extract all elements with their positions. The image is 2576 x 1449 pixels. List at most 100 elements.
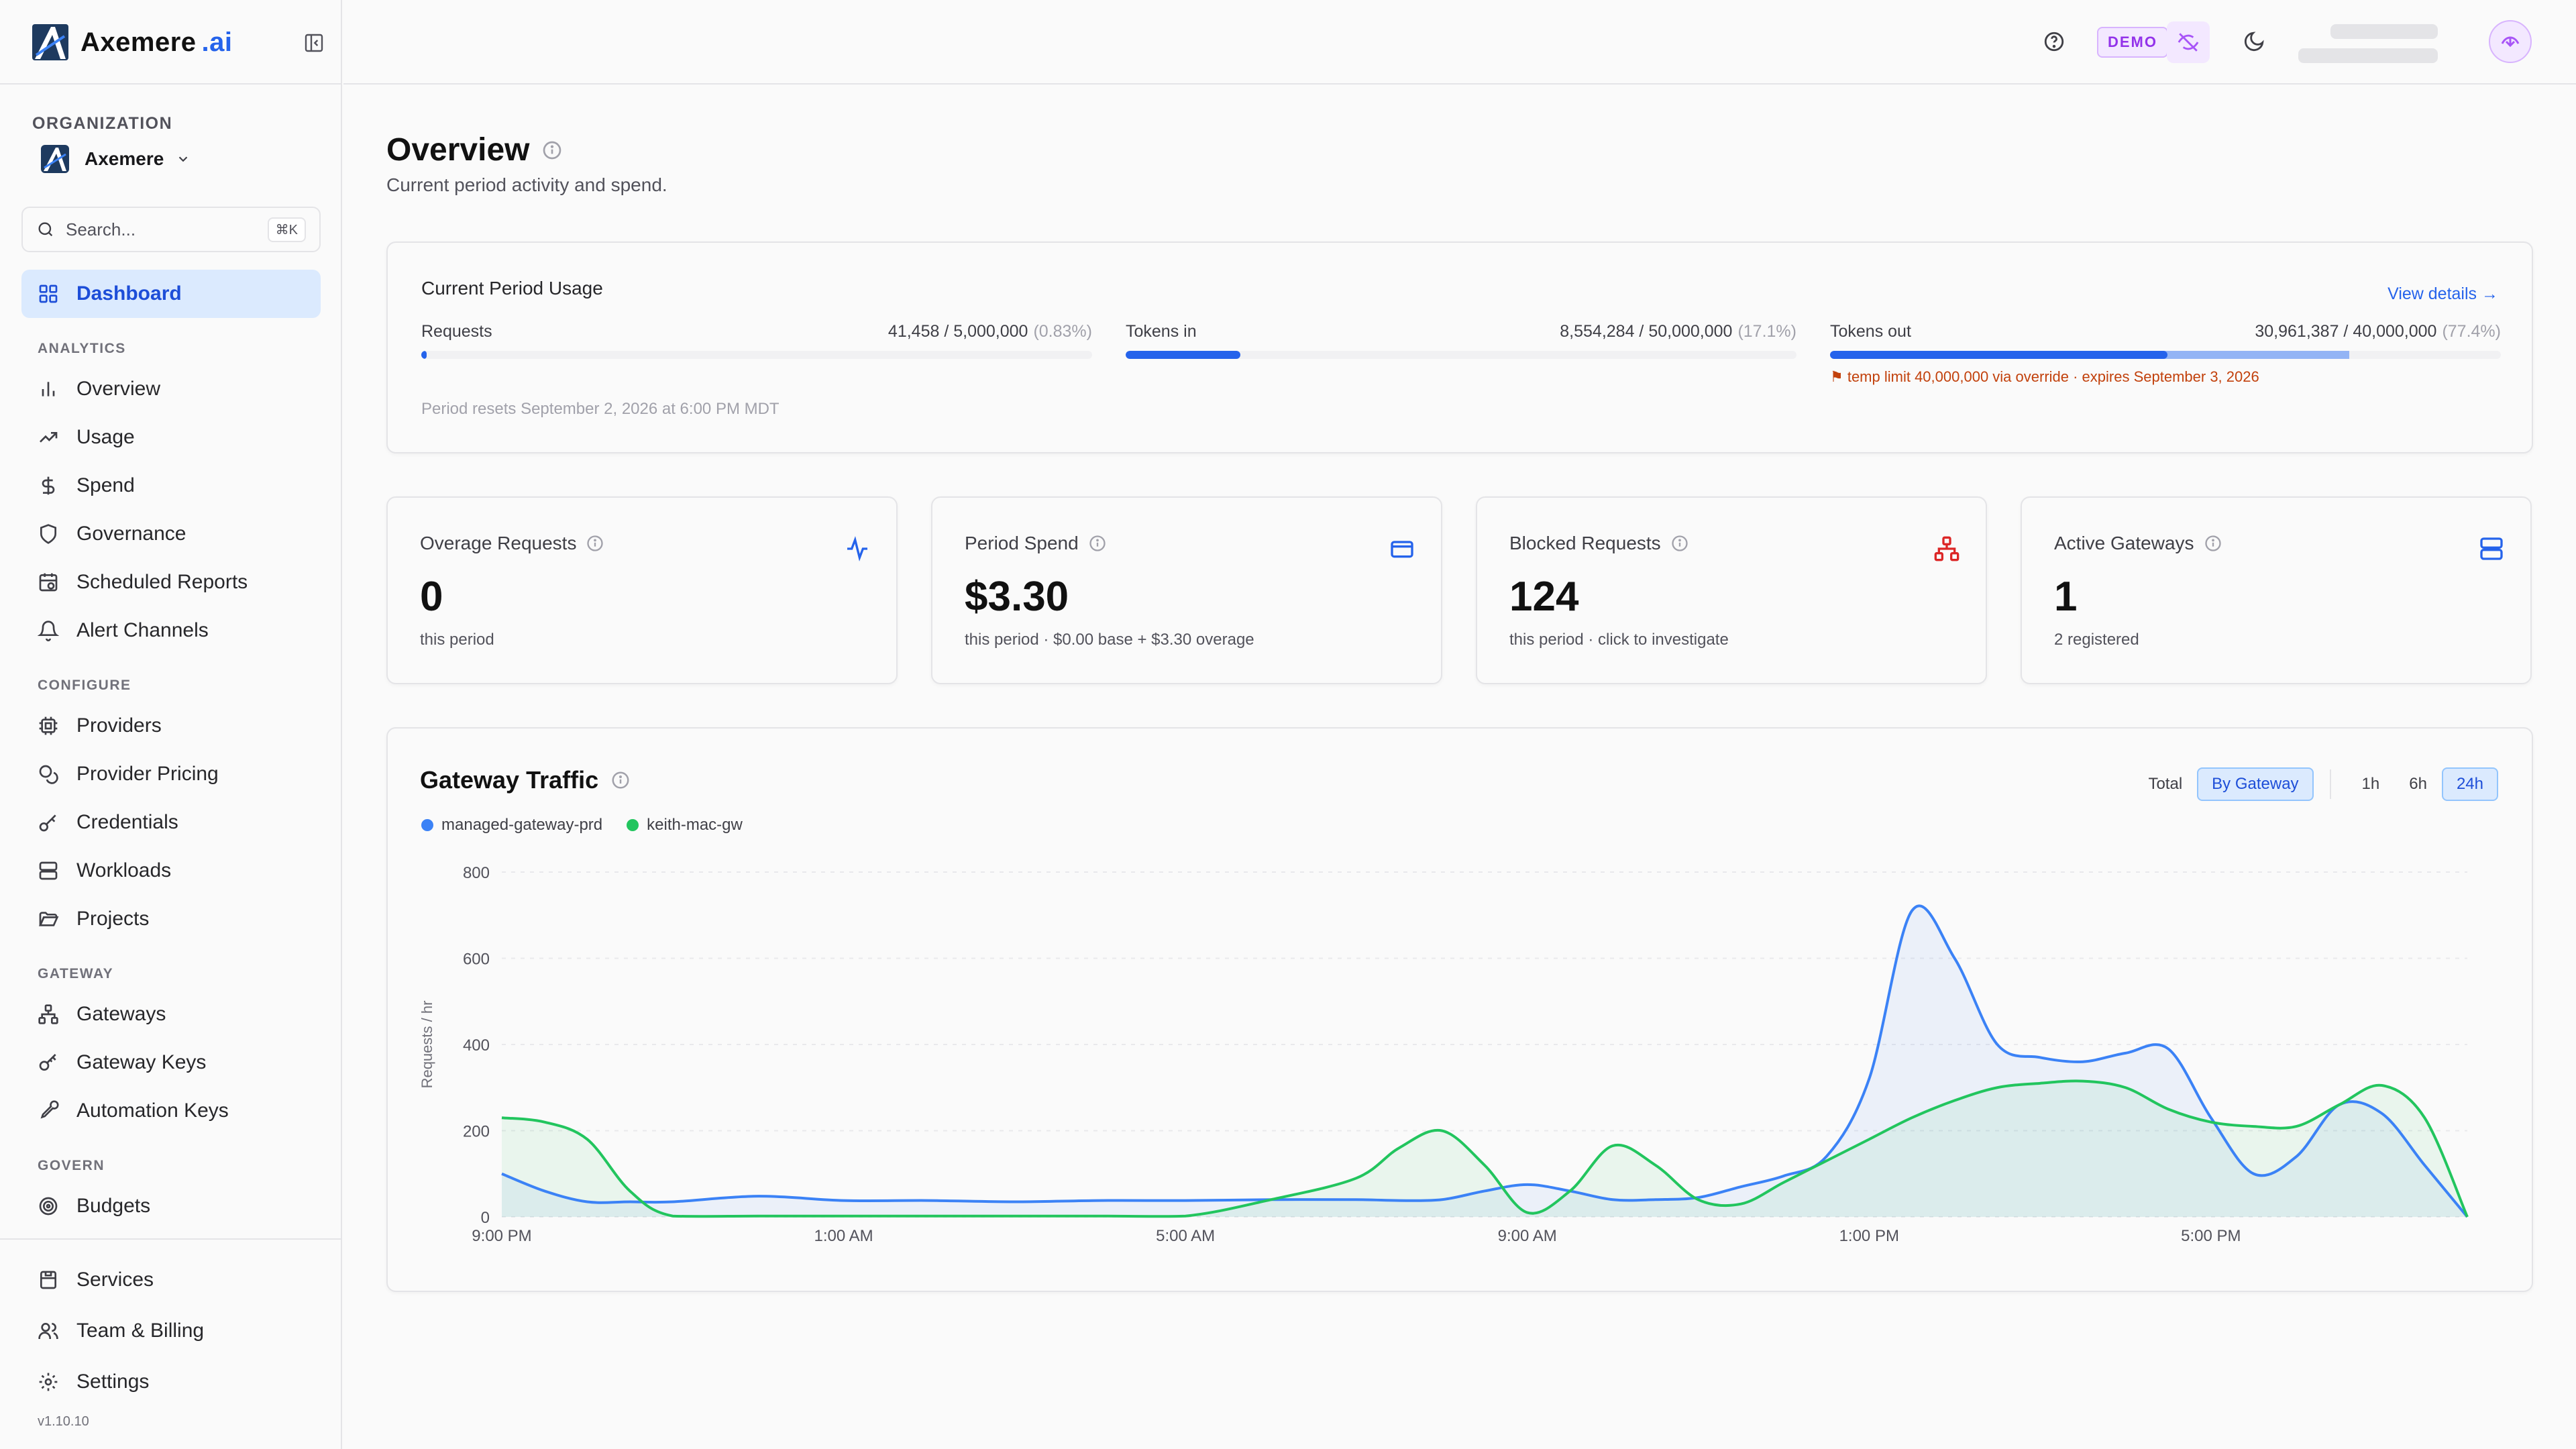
x-tick-label: 1:00 PM xyxy=(1839,1227,1899,1245)
sidebar-item-label: Overview xyxy=(76,378,161,400)
divider xyxy=(0,1238,342,1240)
brand-name: Axemere .ai xyxy=(80,27,233,57)
info-icon[interactable] xyxy=(1088,534,1107,553)
privacy-toggle-button[interactable] xyxy=(2167,21,2210,63)
sidebar-item-spend[interactable]: Spend xyxy=(21,462,321,510)
stat-value: 1 xyxy=(2054,574,2078,620)
sidebar-item-automation-keys[interactable]: Automation Keys xyxy=(21,1087,321,1135)
stat-subtext: this period · click to investigate xyxy=(1509,631,1729,649)
stat-title: Blocked Requests xyxy=(1509,533,1689,554)
tokens-out-label: Tokens out xyxy=(1830,322,1911,341)
search-input[interactable]: Search... ⌘K xyxy=(21,207,321,252)
avatar[interactable] xyxy=(2489,20,2532,63)
sidebar-item-governance[interactable]: Governance xyxy=(21,510,321,558)
requests-progress-track xyxy=(421,351,1092,359)
requests-value: 41,458 / 5,000,000 xyxy=(888,322,1028,341)
bell-icon xyxy=(38,621,59,641)
stat-card-active-gateways[interactable]: Active Gateways 1 2 registered xyxy=(2021,496,2532,684)
gateway-traffic-chart: 0 200 400 600 800 9:00 PM 1:00 AM 5:00 AM 9:00 A… xyxy=(419,864,2469,1245)
sidebar: Axemere .ai ORGANIZATION Axemere Search..… xyxy=(0,0,342,1449)
info-icon[interactable] xyxy=(1670,534,1689,553)
calendar-clock-icon xyxy=(39,573,58,592)
requests-meter: Requests 41,458 / 5,000,000 (0.83%) xyxy=(421,322,1092,359)
stat-card-blocked-requests[interactable]: Blocked Requests 124 this period · click… xyxy=(1476,496,1987,684)
activity-icon xyxy=(847,536,867,561)
y-tick-label: 600 xyxy=(463,951,490,969)
gateway-traffic-card: Gateway Traffic Total By Gateway 1h 6h 2… xyxy=(386,727,2533,1292)
main-content: DEMO Overview Current period activity an… xyxy=(343,0,2576,1449)
key-icon xyxy=(39,814,56,832)
requests-progress-fill xyxy=(421,351,427,359)
sidebar-item-gateway-keys[interactable]: Gateway Keys xyxy=(21,1038,321,1087)
coins-icon xyxy=(39,765,58,784)
current-period-usage-card: Current Period Usage View details → Requ… xyxy=(386,241,2533,453)
sidebar-item-credentials[interactable]: Credentials xyxy=(21,798,321,847)
target-icon xyxy=(39,1197,58,1216)
sidebar-item-workloads[interactable]: Workloads xyxy=(21,847,321,895)
sidebar-item-providers[interactable]: Providers xyxy=(21,702,321,750)
info-icon[interactable] xyxy=(2204,534,2222,553)
x-tick-label: 1:00 AM xyxy=(814,1227,873,1245)
tokens-out-progress-track xyxy=(1830,351,2501,359)
shield-icon xyxy=(40,524,56,544)
tokens-in-progress-track xyxy=(1126,351,1796,359)
dashboard-grid-icon xyxy=(39,284,58,303)
x-tick-label: 5:00 PM xyxy=(2181,1227,2241,1245)
server-icon xyxy=(39,861,58,880)
demo-badge: DEMO xyxy=(2097,27,2168,58)
sidebar-collapse-icon[interactable] xyxy=(302,31,326,55)
user-name-placeholder xyxy=(2330,24,2438,39)
sidebar-item-usage[interactable]: Usage xyxy=(21,413,321,462)
tokens-in-progress-fill xyxy=(1126,351,1240,359)
gear-icon xyxy=(39,1373,58,1391)
stat-title: Period Spend xyxy=(965,533,1107,554)
sidebar-item-overview[interactable]: Overview xyxy=(21,365,321,413)
eye-off-icon xyxy=(2178,33,2199,52)
sidebar-item-alert-channels[interactable]: Alert Channels xyxy=(21,606,321,655)
sidebar-item-label: Providers xyxy=(76,714,162,737)
info-icon[interactable] xyxy=(586,534,604,553)
organization-switcher[interactable]: Axemere xyxy=(40,142,191,176)
search-shortcut: ⌘K xyxy=(267,217,306,242)
package-icon xyxy=(40,1271,56,1289)
sidebar-item-dashboard[interactable]: Dashboard xyxy=(21,270,321,318)
stat-card-period-spend[interactable]: Period Spend $3.30 this period · $0.00 b… xyxy=(931,496,1442,684)
sidebar-item-label: Workloads xyxy=(76,859,172,881)
nav-section-gateway: GATEWAY xyxy=(38,966,114,981)
organization-name: Axemere xyxy=(85,148,164,169)
search-placeholder: Search... xyxy=(66,219,136,239)
axemere-logo-icon xyxy=(32,24,68,60)
moon-icon[interactable] xyxy=(2239,27,2269,56)
tokens-out-progress-fill xyxy=(1830,351,2167,359)
credit-card-icon xyxy=(1391,541,1413,558)
stat-subtext: this period · $0.00 base + $3.30 overage xyxy=(965,631,1254,649)
sidebar-item-label: Scheduled Reports xyxy=(76,571,248,593)
sidebar-item-team-billing[interactable]: Team & Billing xyxy=(21,1307,321,1355)
x-tick-label: 9:00 PM xyxy=(472,1227,531,1245)
sidebar-item-provider-pricing[interactable]: Provider Pricing xyxy=(21,750,321,798)
help-circle-icon[interactable] xyxy=(2039,27,2069,56)
sidebar-item-label: Usage xyxy=(76,426,135,448)
brand[interactable]: Axemere .ai xyxy=(31,20,326,64)
sidebar-item-settings[interactable]: Settings xyxy=(21,1358,321,1406)
sidebar-item-scheduled-reports[interactable]: Scheduled Reports xyxy=(21,558,321,606)
folder-open-icon xyxy=(38,912,59,926)
stat-title: Overage Requests xyxy=(420,533,604,554)
stat-title: Active Gateways xyxy=(2054,533,2222,554)
user-avatar-icon xyxy=(2501,36,2520,48)
tokens-in-meter: Tokens in 8,554,284 / 50,000,000 (17.1%) xyxy=(1126,322,1796,359)
y-tick-label: 0 xyxy=(481,1209,490,1227)
org-logo-icon xyxy=(41,145,69,173)
stat-value: 124 xyxy=(1509,574,1579,620)
view-details-link[interactable]: View details → xyxy=(2387,284,2498,304)
sidebar-item-projects[interactable]: Projects xyxy=(21,895,321,943)
sidebar-item-gateways[interactable]: Gateways xyxy=(21,990,321,1038)
sidebar-item-budgets[interactable]: Budgets xyxy=(21,1182,321,1230)
sidebar-item-label: Gateways xyxy=(76,1003,166,1025)
cpu-icon xyxy=(39,716,58,735)
info-icon[interactable] xyxy=(541,140,563,161)
stat-card-overage-requests[interactable]: Overage Requests 0 this period xyxy=(386,496,898,684)
sidebar-item-services[interactable]: Services xyxy=(21,1256,321,1304)
sidebar-item-label: Alert Channels xyxy=(76,619,209,641)
sidebar-item-label: Settings xyxy=(76,1371,150,1393)
